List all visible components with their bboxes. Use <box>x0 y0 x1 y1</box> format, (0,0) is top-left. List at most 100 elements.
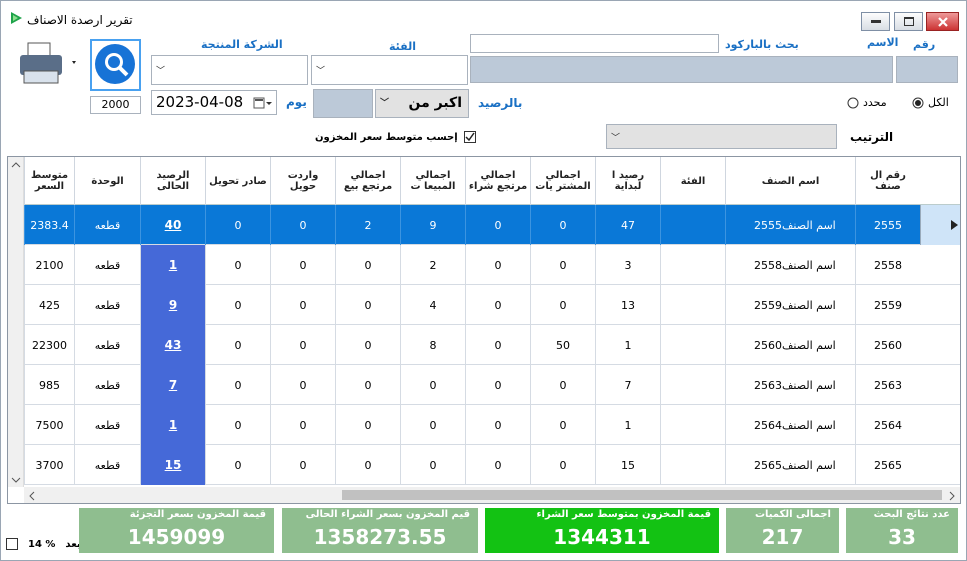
col-sales[interactable]: اجمالي المبيعا ت <box>400 157 465 205</box>
col-item-name[interactable]: اسم الصنف <box>725 157 855 205</box>
cell-tout: 0 <box>205 405 270 445</box>
row-selector[interactable] <box>920 205 960 245</box>
cell-sret: 0 <box>335 445 400 485</box>
after-percent-checkbox[interactable]: 14 % بعد <box>6 538 81 550</box>
cell-purch: 50 <box>530 325 595 365</box>
table-row[interactable]: 3700 قطعه 15 0 0 0 0 0 0 15 2565اسم الصنف 2565 <box>8 445 960 485</box>
number-input[interactable] <box>896 56 958 83</box>
cell-purch: 0 <box>530 405 595 445</box>
cell-purch: 0 <box>530 285 595 325</box>
cell-tin: 0 <box>270 285 335 325</box>
avg-price-checkbox[interactable]: إحسب متوسط سعر المخزون <box>315 131 476 143</box>
balance-label: بالرصيد <box>478 96 523 110</box>
cell-name: 2565اسم الصنف <box>725 445 855 485</box>
scroll-down-icon[interactable] <box>11 476 21 484</box>
col-item-number[interactable]: رقم ال صنف <box>855 157 920 205</box>
barcode-input[interactable] <box>470 34 719 53</box>
horizontal-scroll-thumb[interactable] <box>342 490 942 500</box>
total-qty-label: اجمالى الكميات <box>754 509 831 520</box>
cell-bal[interactable]: 1 <box>140 245 205 285</box>
cell-sales: 8 <box>400 325 465 365</box>
col-transfer-out[interactable]: صادر تحويل <box>205 157 270 205</box>
radio-off-icon <box>847 97 859 108</box>
cell-cat <box>660 245 725 285</box>
radio-all[interactable]: الكل <box>912 96 949 109</box>
col-current-balance[interactable]: الرصيد الحالى <box>140 157 205 205</box>
maximize-button[interactable] <box>894 12 923 31</box>
cell-sret: 2 <box>335 205 400 245</box>
name-input[interactable] <box>470 56 893 83</box>
row-pointer-icon <box>951 220 958 230</box>
vertical-scrollbar[interactable] <box>8 157 24 487</box>
cell-bal[interactable]: 9 <box>140 285 205 325</box>
current-value: 1358273.55 <box>313 525 447 549</box>
cell-start: 15 <box>595 445 660 485</box>
printer-icon <box>20 42 76 84</box>
col-purchase-returns[interactable]: اجمالي مرتجع شراء <box>465 157 530 205</box>
scroll-right-icon[interactable] <box>948 491 956 501</box>
cell-tin: 0 <box>270 205 335 245</box>
cell-tout: 0 <box>205 365 270 405</box>
scroll-left-icon[interactable] <box>28 491 36 501</box>
cell-tout: 0 <box>205 445 270 485</box>
col-unit[interactable]: الوحدة <box>74 157 140 205</box>
col-purchases[interactable]: اجمالي المشتر يات <box>530 157 595 205</box>
operator-dropdown[interactable]: ﹀ اكبر من <box>375 89 469 118</box>
cell-pret: 0 <box>465 365 530 405</box>
grid-header: متوسط السعر الوحدة الرصيد الحالى صادر تح… <box>8 157 960 205</box>
cell-sret: 0 <box>335 405 400 445</box>
date-value: 2023-04-08 <box>156 93 244 111</box>
table-row[interactable]: 22300 قطعه 43 0 0 0 8 0 50 1 2560اسم الصنف 2560 <box>8 325 960 365</box>
radio-specific[interactable]: محدد <box>847 96 887 109</box>
company-label: الشركة المنتجة <box>201 38 283 51</box>
cell-tin: 0 <box>270 405 335 445</box>
minimize-button[interactable] <box>861 12 890 31</box>
cell-sret: 0 <box>335 285 400 325</box>
cell-bal[interactable]: 1 <box>140 405 205 445</box>
cell-bal[interactable]: 43 <box>140 325 205 365</box>
table-row[interactable]: 985 قطعه 7 0 0 0 0 0 0 7 2563اسم الصنف 2563 <box>8 365 960 405</box>
current-value-label: قيم المخزون بسعر الشراء الحالى <box>305 509 470 520</box>
cell-pret: 0 <box>465 445 530 485</box>
print-button[interactable] <box>14 39 85 91</box>
col-transfer-in[interactable]: واردت حويل <box>270 157 335 205</box>
cell-unit: قطعه <box>74 285 140 325</box>
cell-bal[interactable]: 15 <box>140 445 205 485</box>
col-avg-price[interactable]: متوسط السعر <box>24 157 74 205</box>
cell-tout: 0 <box>205 245 270 285</box>
cell-name: 2560اسم الصنف <box>725 325 855 365</box>
cell-bal[interactable]: 40 <box>140 205 205 245</box>
barcode-label: بحث بالباركود <box>725 38 799 51</box>
cell-tout: 0 <box>205 325 270 365</box>
table-row[interactable]: 2100 قطعه 1 0 0 0 2 0 0 3 2558اسم الصنف 2558 <box>8 245 960 285</box>
table-row[interactable]: 2383.4 قطعه 40 0 0 2 9 0 0 47 2555اسم الصنف 2555 <box>8 205 960 245</box>
scroll-up-icon[interactable] <box>11 161 21 169</box>
date-picker[interactable]: 2023-04-08 <box>151 90 277 115</box>
close-button[interactable] <box>926 12 959 31</box>
col-sales-returns[interactable]: اجمالي مرتجع بيع <box>335 157 400 205</box>
cell-bal[interactable]: 7 <box>140 365 205 405</box>
cell-sret: 0 <box>335 325 400 365</box>
radio-specific-label: محدد <box>863 96 887 109</box>
cell-unit: قطعه <box>74 365 140 405</box>
cell-purch: 0 <box>530 205 595 245</box>
balance-value-input[interactable] <box>313 89 373 118</box>
print-count-field[interactable]: 2000 <box>90 96 141 114</box>
search-icon <box>95 44 135 84</box>
cell-sales: 0 <box>400 405 465 445</box>
col-category[interactable]: الفئة <box>660 157 725 205</box>
col-start-balance[interactable]: رصيد ا لبداية <box>595 157 660 205</box>
table-row[interactable]: 425 قطعه 9 0 0 0 4 0 0 13 2559اسم الصنف 2559 <box>8 285 960 325</box>
company-dropdown[interactable]: ﹀ <box>151 55 308 85</box>
items-grid: متوسط السعر الوحدة الرصيد الحالى صادر تح… <box>7 156 961 504</box>
radio-on-icon <box>912 97 924 108</box>
title-bar: تقرير ارصدة الاصناف <box>1 1 966 31</box>
category-dropdown[interactable]: ﹀ <box>311 55 468 85</box>
horizontal-scrollbar[interactable] <box>24 487 960 503</box>
sort-dropdown[interactable]: ﹀ <box>606 124 837 149</box>
operator-value: اكبر من <box>408 95 462 111</box>
search-button[interactable] <box>90 39 141 91</box>
close-icon <box>937 16 948 27</box>
table-row[interactable]: 7500 قطعه 1 0 0 0 0 0 0 1 2564اسم الصنف 2564 <box>8 405 960 445</box>
cell-sales: 0 <box>400 365 465 405</box>
